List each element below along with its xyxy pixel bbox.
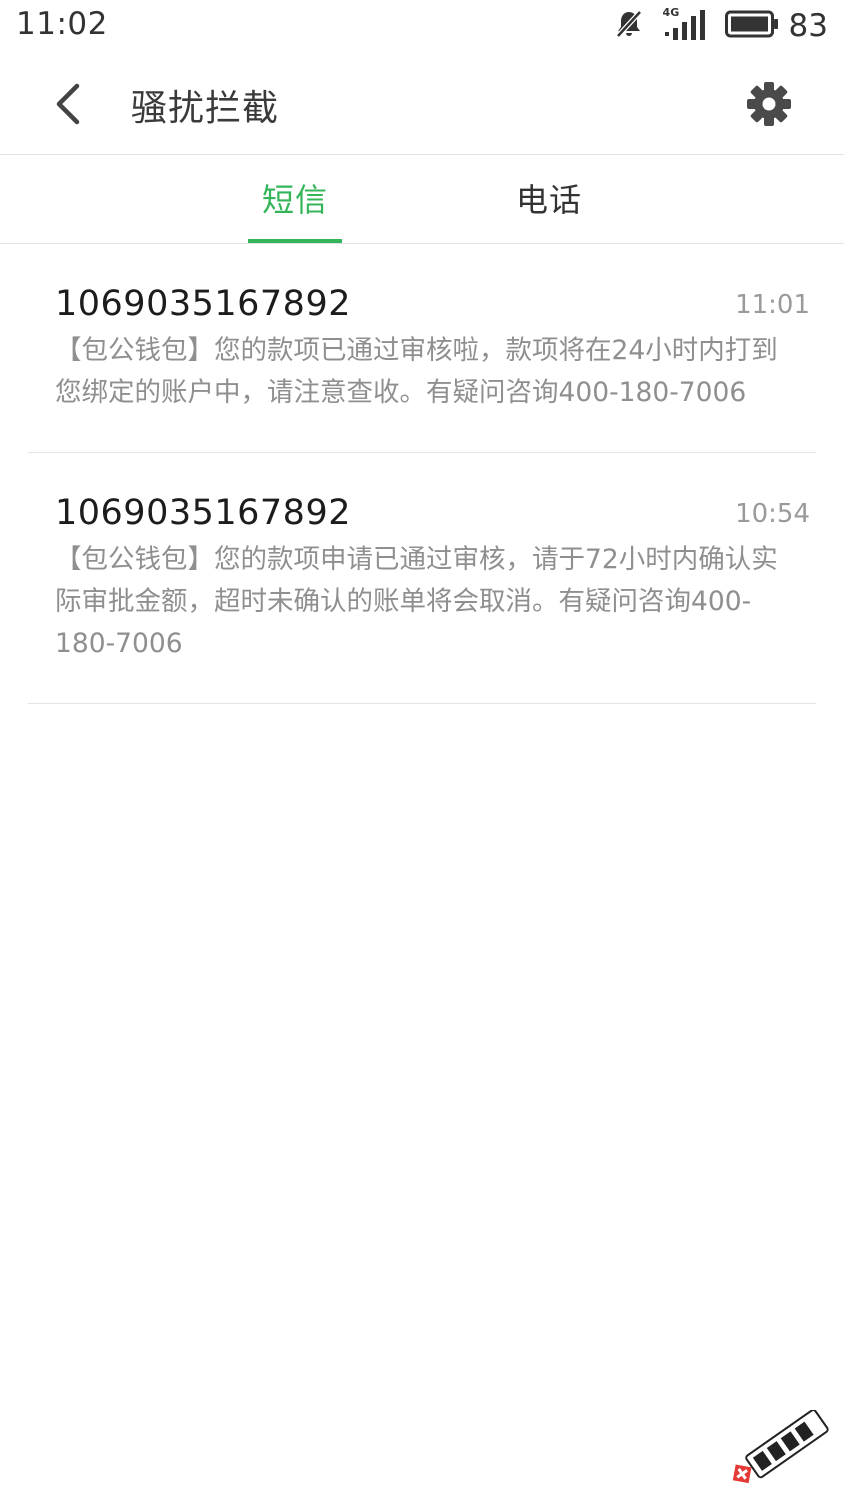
message-sender: 1069035167892 bbox=[55, 493, 351, 533]
message-list: 1069035167892 11:01 【包公钱包】您的款项已通过审核啦，款项将… bbox=[0, 244, 844, 704]
tab-sms[interactable]: 短信 bbox=[262, 175, 328, 221]
battery-icon bbox=[724, 10, 779, 42]
message-sender: 1069035167892 bbox=[55, 284, 351, 324]
battery-level: 83 bbox=[788, 8, 828, 44]
tab-phone[interactable]: 电话 bbox=[516, 175, 582, 221]
tab-bar: 短信 电话 bbox=[0, 155, 844, 244]
message-time: 10:54 bbox=[735, 499, 810, 529]
settings-button[interactable] bbox=[744, 79, 794, 129]
message-body: 【包公钱包】您的款项申请已通过审核，请于72小时内确认实际审批金额，超时未确认的… bbox=[55, 544, 778, 659]
gear-icon bbox=[747, 82, 791, 126]
back-button[interactable] bbox=[46, 78, 90, 130]
status-bar: 11:02 4G 83 bbox=[0, 0, 844, 54]
watermark-logo bbox=[724, 1409, 834, 1486]
message-body: 【包公钱包】您的款项已通过审核啦，款项将在24小时内打到您绑定的账户中，请注意查… bbox=[55, 335, 778, 408]
page-title: 骚扰拦截 bbox=[131, 88, 280, 129]
chevron-left-icon bbox=[56, 83, 80, 125]
tab-active-indicator bbox=[248, 239, 342, 243]
message-item[interactable]: 1069035167892 11:01 【包公钱包】您的款项已通过审核啦，款项将… bbox=[28, 244, 816, 453]
message-time: 11:01 bbox=[735, 290, 810, 320]
message-item[interactable]: 1069035167892 10:54 【包公钱包】您的款项申请已通过审核，请于… bbox=[28, 453, 816, 704]
cellular-signal-icon: 4G bbox=[663, 6, 707, 42]
status-icons: 4G 83 bbox=[613, 6, 828, 44]
muted-bell-icon bbox=[613, 8, 645, 44]
title-bar: 骚扰拦截 bbox=[0, 54, 844, 155]
status-time: 11:02 bbox=[16, 6, 108, 42]
